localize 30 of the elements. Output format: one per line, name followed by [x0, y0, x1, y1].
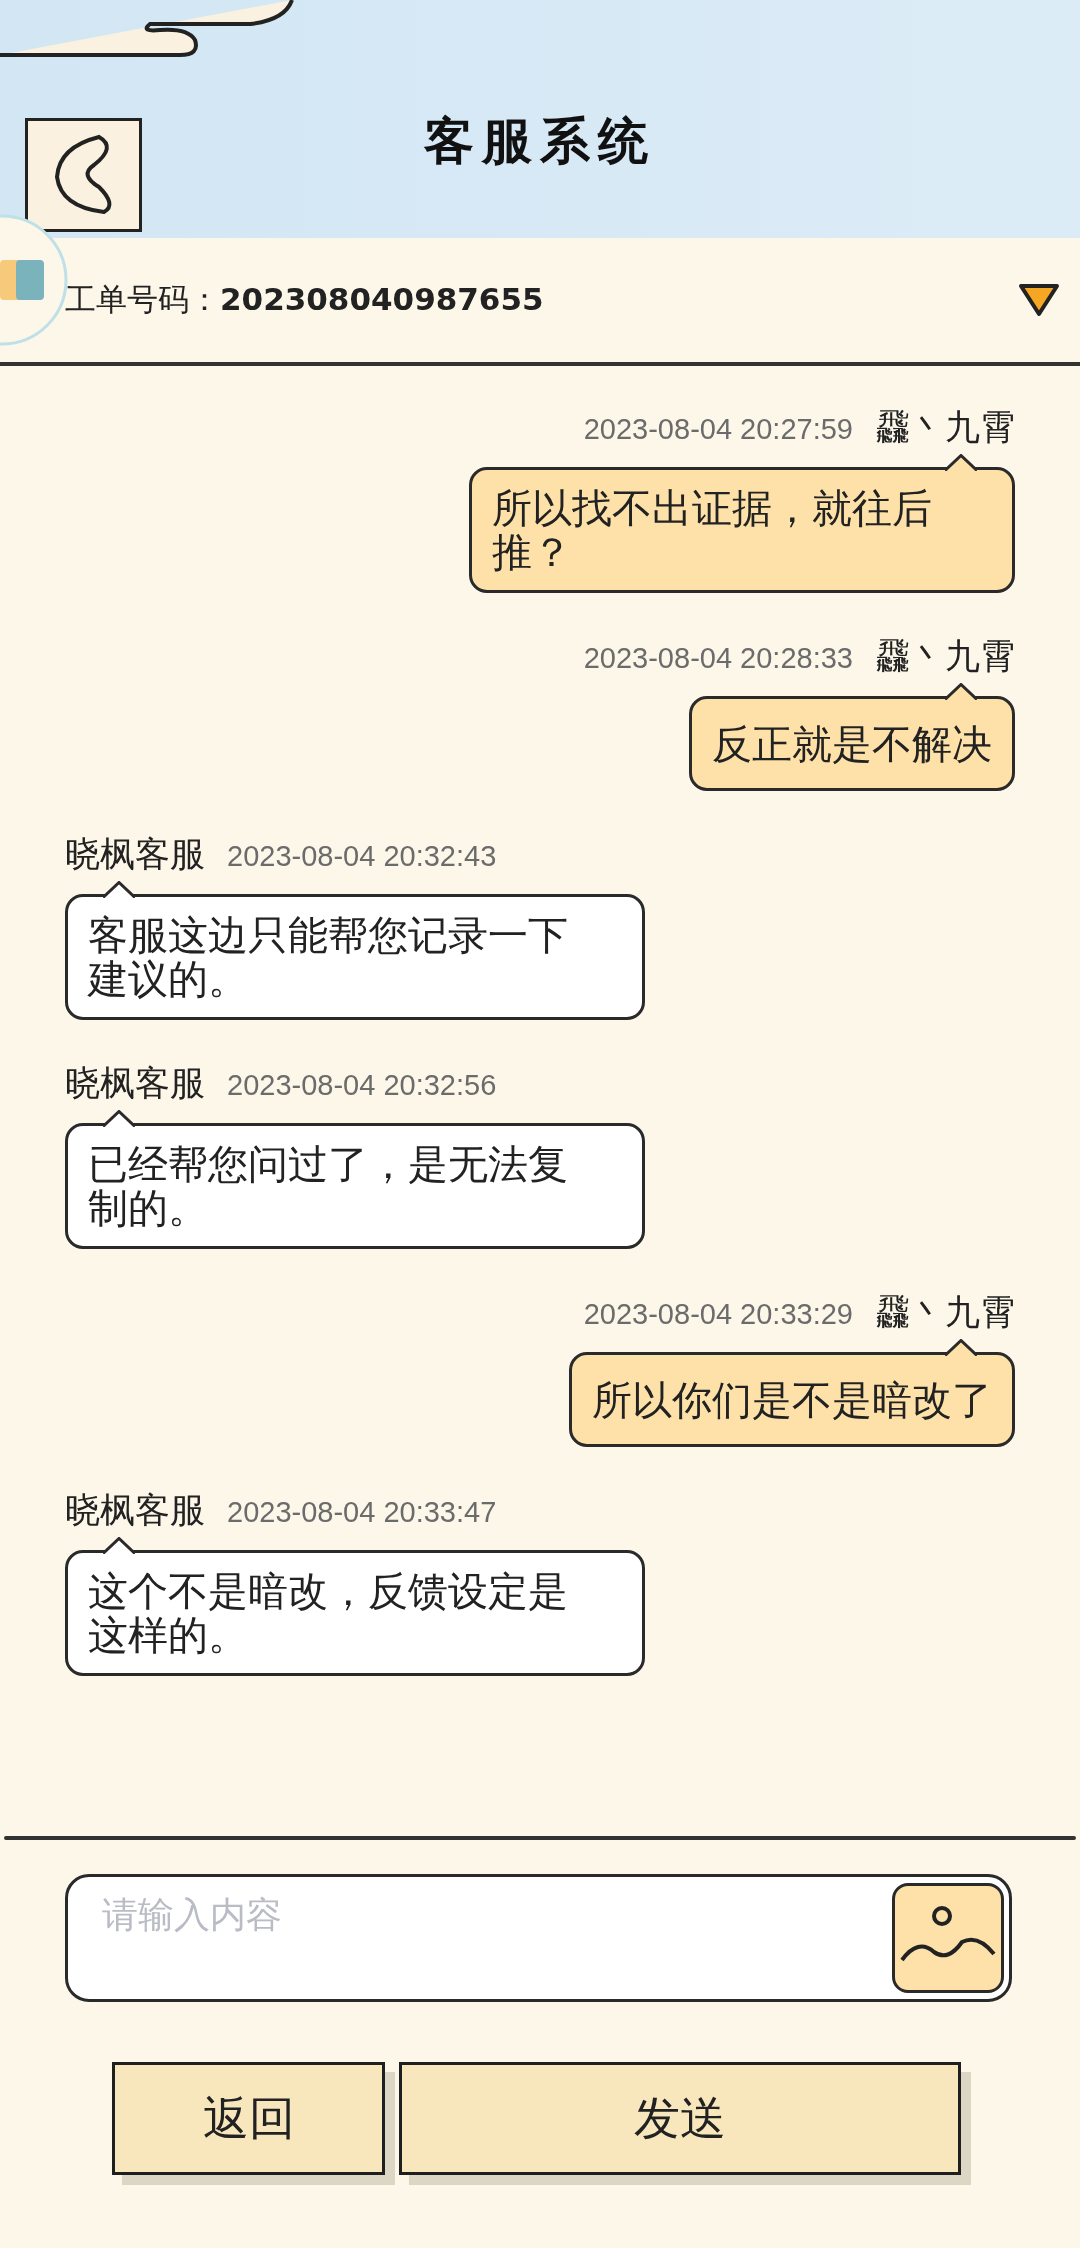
dropdown-icon[interactable] [1018, 282, 1060, 318]
bubble-tail [945, 1339, 977, 1356]
bubble-tail [103, 881, 135, 898]
sender-name: 晓枫客服 [65, 833, 205, 876]
message-time: 2023-08-04 20:32:56 [227, 1069, 497, 1102]
message-time: 2023-08-04 20:32:43 [227, 840, 497, 873]
sender-name: 晓枫客服 [65, 1062, 205, 1105]
bubble-tail [103, 1537, 135, 1554]
sender-name: 飝丶九霄 [875, 1291, 1015, 1334]
message-bubble: 已经帮您问过了，是无法复制的。 [65, 1123, 645, 1249]
bubble-tail [945, 454, 977, 471]
sender-name: 晓枫客服 [65, 1489, 205, 1532]
message-time: 2023-08-04 20:33:47 [227, 1496, 497, 1529]
image-button[interactable] [892, 1883, 1004, 1993]
page-title: 客服系统 [423, 110, 657, 172]
message-time: 2023-08-04 20:27:59 [583, 413, 853, 446]
bubble-tail [103, 1110, 135, 1127]
message-time: 2023-08-04 20:28:33 [583, 642, 853, 675]
message-bubble: 反正就是不解决 [689, 696, 1015, 791]
message-bubble: 这个不是暗改，反馈设定是这样的。 [65, 1550, 645, 1676]
ticket-number: 工单号码：202308040987655 [65, 280, 544, 319]
message-input[interactable]: 请输入内容 [65, 1874, 1012, 2002]
sender-name: 飝丶九霄 [875, 406, 1015, 449]
message-bubble: 客服这边只能帮您记录一下建议的。 [65, 894, 645, 1020]
back-button[interactable] [25, 118, 142, 232]
message-time: 2023-08-04 20:33:29 [583, 1298, 853, 1331]
message-bubble: 所以找不出证据，就往后推？ [469, 467, 1015, 593]
message-bubble: 所以你们是不是暗改了 [569, 1352, 1015, 1447]
bubble-tail [945, 683, 977, 700]
sender-name: 飝丶九霄 [875, 635, 1015, 678]
